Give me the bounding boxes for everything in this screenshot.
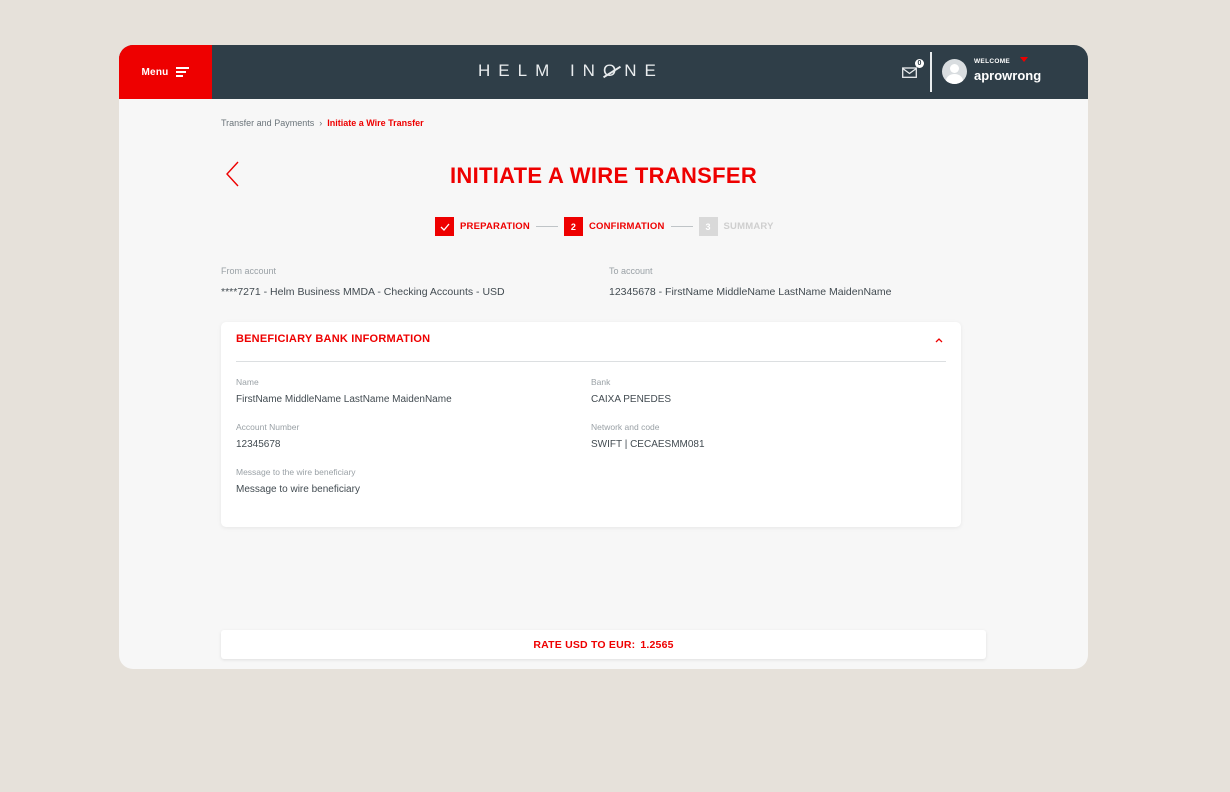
exchange-rate-bar: RATE USD TO EUR: 1.2565 (221, 630, 986, 659)
bank-value: CAIXA PENEDES (591, 394, 672, 405)
step-confirmation[interactable]: 2 CONFIRMATION (563, 217, 665, 236)
avatar[interactable] (942, 59, 967, 84)
breadcrumb-current: Initiate a Wire Transfer (327, 118, 424, 128)
logo-text-left: HELM IN (478, 61, 603, 80)
chevron-down-icon[interactable] (1020, 57, 1028, 62)
welcome-label: WELCOME (974, 58, 1011, 65)
chevron-up-icon[interactable] (934, 336, 944, 344)
rate-label: RATE USD TO EUR: (533, 638, 636, 651)
top-bar: Menu HELM INONE 0 WELCOME aprowrong (119, 45, 1088, 99)
step-check-box (435, 217, 454, 236)
account-number-label: Account Number (236, 422, 300, 432)
hamburger-icon (176, 67, 190, 77)
bank-label: Bank (591, 377, 611, 387)
step-preparation[interactable]: PREPARATION (435, 217, 530, 236)
menu-label: Menu (141, 66, 169, 78)
inbox-count-badge: 0 (915, 59, 924, 68)
from-account-value: ****7271 - Helm Business MMDA - Checking… (221, 286, 505, 298)
name-label: Name (236, 377, 259, 387)
username[interactable]: aprowrong (974, 68, 1041, 83)
step-label: PREPARATION (460, 221, 530, 232)
step-connector (670, 226, 693, 227)
from-account-label: From account (221, 266, 277, 276)
network-code-value: SWIFT | CECAESMM081 (591, 439, 705, 450)
menu-button[interactable]: Menu (119, 45, 212, 99)
step-connector (535, 226, 558, 227)
page-title: INITIATE A WIRE TRANSFER (449, 163, 758, 188)
inbox-icon[interactable] (902, 66, 917, 78)
to-account-label: To account (609, 266, 653, 276)
breadcrumb-parent-link[interactable]: Transfer and Payments (221, 118, 314, 128)
check-icon (440, 223, 449, 231)
logo: HELM INONE (478, 61, 664, 81)
account-number-value: 12345678 (236, 439, 281, 450)
breadcrumb: Transfer and Payments › Initiate a Wire … (221, 118, 424, 128)
message-label: Message to the wire beneficiary (236, 467, 356, 477)
step-label: CONFIRMATION (588, 221, 665, 232)
header-divider (930, 52, 932, 92)
network-code-label: Network and code (591, 422, 660, 432)
step-number: 2 (563, 217, 583, 236)
to-account-value: 12345678 - FirstName MiddleName LastName… (609, 286, 892, 298)
rate-value: 1.2565 (640, 638, 674, 651)
stepper: PREPARATION 2 CONFIRMATION 3 SUMMARY (435, 217, 774, 236)
beneficiary-bank-card: BENEFICIARY BANK INFORMATION Name FirstN… (221, 322, 961, 527)
step-label: SUMMARY (723, 221, 774, 232)
name-value: FirstName MiddleName LastName MaidenName (236, 394, 452, 405)
breadcrumb-separator: › (319, 118, 323, 128)
message-value: Message to wire beneficiary (236, 484, 360, 495)
beneficiary-section-header[interactable]: BENEFICIARY BANK INFORMATION (236, 333, 430, 345)
logo-text-right: NE (624, 61, 664, 80)
step-number: 3 (698, 217, 718, 236)
app-window: Menu HELM INONE 0 WELCOME aprowrong Tran… (119, 45, 1088, 669)
card-divider (236, 361, 946, 362)
logo-text-o: O (602, 61, 625, 80)
step-summary[interactable]: 3 SUMMARY (698, 217, 774, 236)
